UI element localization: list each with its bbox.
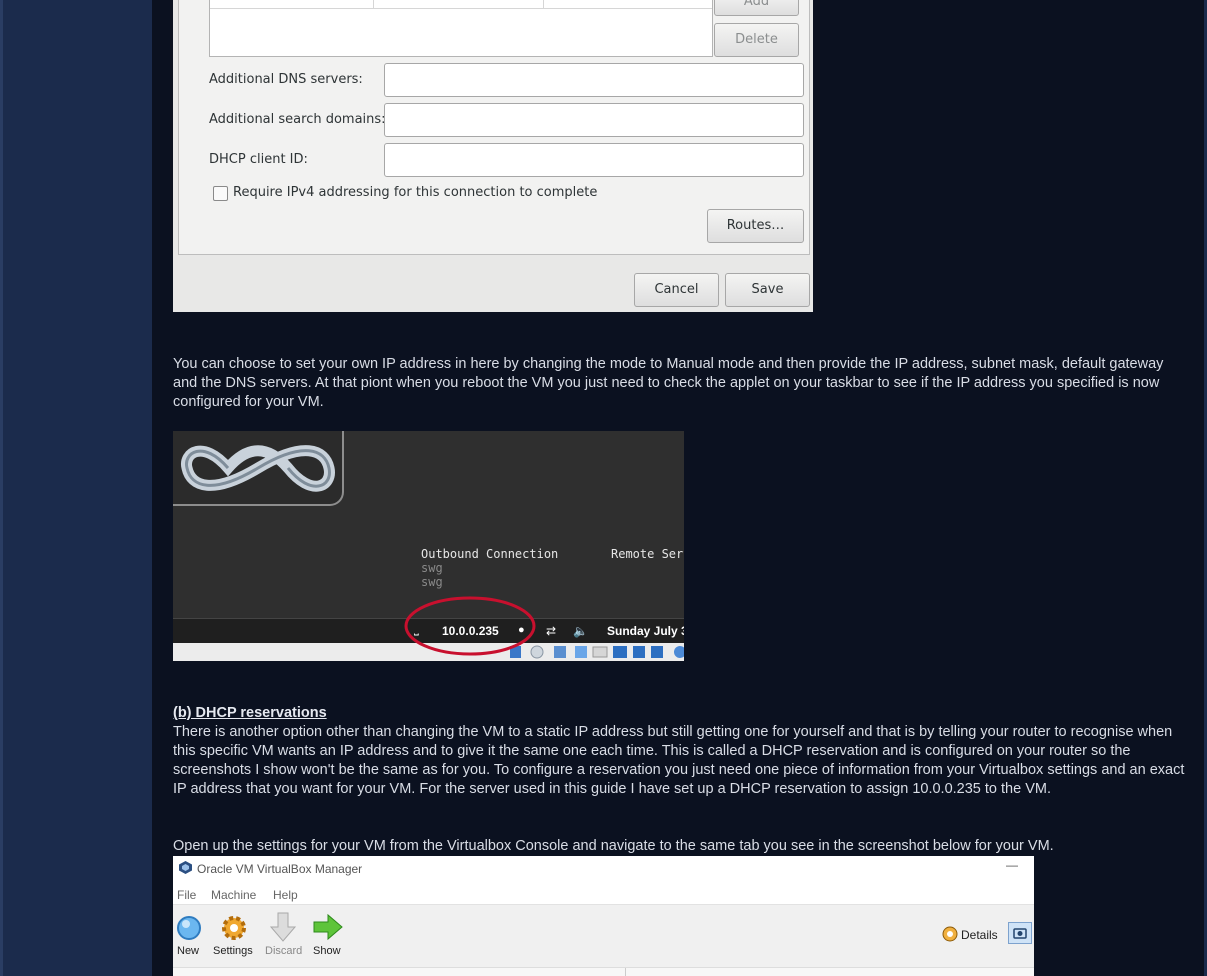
virtualbox-manager-screenshot: Oracle VM VirtualBox Manager — File Mach… xyxy=(173,856,1034,976)
new-icon xyxy=(174,913,204,946)
camera-icon xyxy=(1013,928,1027,939)
ipv4-settings-dialog-screenshot: Add Delete Additional DNS servers: Addit… xyxy=(173,0,813,312)
menu-help[interactable]: Help xyxy=(273,888,298,902)
routes-address-table[interactable] xyxy=(209,0,713,57)
paragraph-dhcp-reservation: There is another option other than chang… xyxy=(173,724,1185,797)
search-domains-label: Additional search domains: xyxy=(209,112,386,127)
routes-button[interactable]: Routes… xyxy=(707,209,804,243)
minimize-button[interactable]: — xyxy=(1006,858,1018,872)
vm-list-area xyxy=(173,967,1034,976)
menu-file[interactable]: File xyxy=(177,888,196,902)
show-button[interactable]: Show xyxy=(313,945,341,957)
taskbar-ip-screenshot: Outbound Connection Remote Serv swg swg … xyxy=(173,431,684,661)
delete-button[interactable]: Delete xyxy=(714,23,799,57)
require-ipv4-label: Require IPv4 addressing for this connect… xyxy=(233,185,598,200)
settings-gear-icon xyxy=(219,913,249,946)
dns-servers-input[interactable] xyxy=(384,63,804,97)
dhcp-reservations-heading: (b) DHCP reservations xyxy=(173,705,327,721)
left-sidebar xyxy=(0,0,152,976)
menu-machine[interactable]: Machine xyxy=(211,888,256,902)
table-col-divider xyxy=(543,0,544,8)
vbox-toolbar: Details xyxy=(173,904,1034,967)
highlight-ellipse xyxy=(404,596,536,656)
window-title: Oracle VM VirtualBox Manager xyxy=(197,862,363,876)
dns-label: Additional DNS servers: xyxy=(209,72,363,87)
details-label[interactable]: Details xyxy=(961,928,998,942)
section-b: (b) DHCP reservations There is another o… xyxy=(173,704,1188,799)
pane-divider xyxy=(625,968,626,976)
discard-arrow-icon xyxy=(269,911,297,946)
cancel-button[interactable]: Cancel xyxy=(634,273,719,307)
details-icon xyxy=(942,926,958,945)
save-button[interactable]: Save xyxy=(725,273,810,307)
paragraph-open-settings: Open up the settings for your VM from th… xyxy=(173,838,1054,854)
virtualbox-logo-icon xyxy=(179,861,192,877)
paragraph-manual-ip: You can choose to set your own IP addres… xyxy=(173,356,1164,410)
require-ipv4-checkbox[interactable] xyxy=(213,186,228,201)
discard-button[interactable]: Discard xyxy=(265,945,302,957)
snapshot-toggle-button[interactable] xyxy=(1008,922,1032,944)
client-id-input[interactable] xyxy=(384,143,804,177)
table-header xyxy=(210,0,712,9)
add-button[interactable]: Add xyxy=(714,0,799,16)
new-button[interactable]: New xyxy=(177,945,199,957)
show-arrow-icon xyxy=(312,913,344,944)
settings-button[interactable]: Settings xyxy=(213,945,253,957)
ipv4-settings-panel: Add Delete Additional DNS servers: Addit… xyxy=(178,0,810,255)
table-col-divider xyxy=(373,0,374,8)
search-domains-input[interactable] xyxy=(384,103,804,137)
client-id-label: DHCP client ID: xyxy=(209,152,308,167)
